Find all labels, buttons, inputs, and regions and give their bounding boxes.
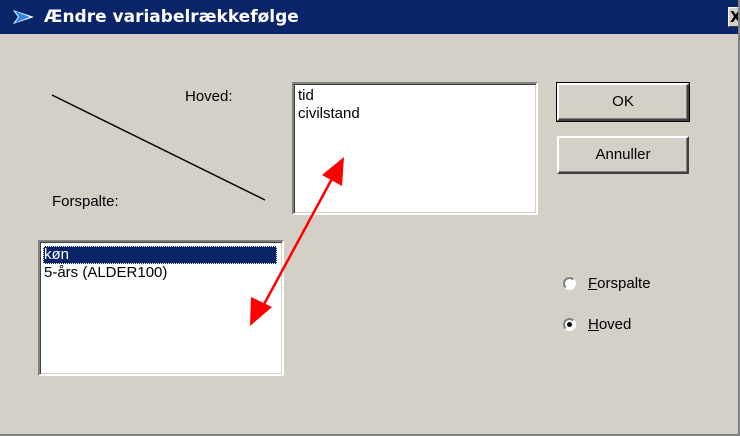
radio-forspalte-rest: orspalte (597, 275, 651, 292)
hoved-label: Hoved: (185, 88, 233, 105)
list-item[interactable]: civilstand (297, 105, 360, 123)
radio-hoved-rest: oved (598, 316, 632, 333)
close-button[interactable]: X (728, 7, 738, 27)
list-item-selected[interactable]: køn (43, 246, 277, 264)
title-bar[interactable]: Ændre variabelrækkefølge X (0, 0, 738, 34)
forspalte-label: Forspalte: (52, 193, 119, 210)
cancel-button[interactable]: Annuller (557, 136, 689, 174)
radio-checked-dot (567, 322, 572, 327)
mnemonic-h: H (588, 316, 599, 333)
radio-forspalte[interactable] (563, 277, 576, 290)
radio-forspalte-label[interactable]: Forspalte (588, 275, 651, 293)
radio-hoved[interactable] (563, 318, 576, 331)
hoved-listbox[interactable]: tid civilstand (292, 82, 538, 215)
ok-button-label: OK (612, 93, 634, 110)
forspalte-listbox[interactable]: køn 5-års (ALDER100) (38, 240, 284, 376)
list-item[interactable]: tid (297, 87, 314, 105)
list-item[interactable]: 5-års (ALDER100) (43, 264, 167, 282)
dialog-window: Ændre variabelrækkefølge X Hoved: Forspa… (0, 0, 740, 436)
close-icon: X (730, 8, 738, 26)
cancel-button-label: Annuller (595, 146, 651, 163)
mnemonic-f: F (588, 275, 598, 292)
window-title: Ændre variabelrækkefølge (44, 7, 299, 27)
radio-hoved-label[interactable]: Hoved (588, 316, 631, 334)
ok-button[interactable]: OK (556, 82, 690, 122)
swap-arrow-icon (13, 10, 34, 24)
